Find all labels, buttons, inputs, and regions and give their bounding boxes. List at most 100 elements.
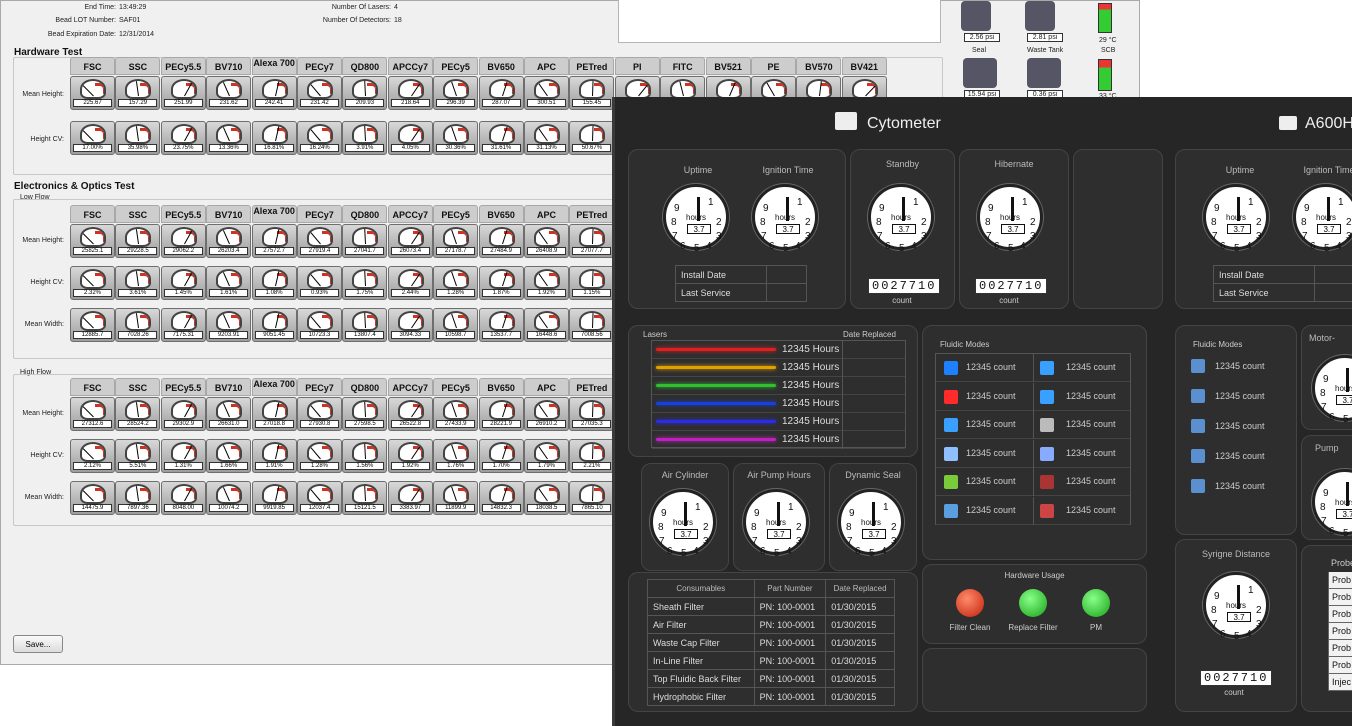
high-mean-height-gauge: 27433.9 xyxy=(433,397,479,431)
probe-row: Prob xyxy=(1328,572,1352,589)
pm-indicator[interactable] xyxy=(1082,589,1110,617)
right-fluidic-row[interactable]: 12345 count xyxy=(1185,473,1287,501)
consumable-cell: In-Line Filter xyxy=(647,651,755,670)
consumable-row[interactable]: Air Filter PN: 100-0001 01/30/2015 xyxy=(647,615,895,634)
gauge-dial-icon xyxy=(443,269,470,289)
eo-low-header-col-1: FSC xyxy=(70,205,115,223)
hw-mean-height-value: 157.29 xyxy=(118,99,158,107)
hw-mean-height-gauge: 287.07 xyxy=(478,76,524,110)
bead-lot-label: Bead LOT Number: xyxy=(55,17,116,24)
consumable-row[interactable]: Waste Cap Filter PN: 100-0001 01/30/2015 xyxy=(647,633,895,652)
low-mean-height-value: 26203.4 xyxy=(209,247,249,255)
mode-count: 12345 count xyxy=(966,447,1016,458)
high-height-cv-gauge: 1.28% xyxy=(297,439,342,473)
save-button[interactable]: Save... xyxy=(13,635,63,653)
hardware-header-col-18: BV421 xyxy=(841,57,887,75)
right-mode-count: 12345 count xyxy=(1215,421,1265,431)
fluidic-mode-row[interactable]: 12345 count 12345 count xyxy=(936,382,1130,411)
fluidic-mode-row[interactable]: 12345 count 12345 count xyxy=(936,354,1130,382)
hw-height-cv-value: 35.98% xyxy=(118,144,158,152)
low-mean-height-value: 29228.5 xyxy=(118,247,158,255)
air-pump-label: Air Pump Hours xyxy=(747,470,811,480)
high-mean-height-value: 28221.9 xyxy=(481,420,521,428)
probe-row: Injec xyxy=(1328,674,1352,691)
fluidic-mode-row[interactable]: 12345 count 12345 count xyxy=(936,496,1130,525)
hw-height-cv-gauge: 31.61% xyxy=(478,121,524,155)
gauge-dial-icon xyxy=(534,484,560,504)
hardware-header-col-7: QD800 xyxy=(342,57,388,75)
syringe-label: Syrigne Distance xyxy=(1201,549,1271,559)
right-fluidic-row[interactable]: 12345 count xyxy=(1185,413,1287,441)
low-height-cv-value: 1.92% xyxy=(527,289,566,297)
laser-list: 12345 Hours 12345 Hours 12345 Hours 12345 H… xyxy=(651,340,906,449)
clock-value: 3.7 xyxy=(767,529,791,539)
syringe-clock: 9 1 8 2 7 3 6 5 4 hours 3.7 xyxy=(1203,572,1269,642)
consumable-row[interactable]: In-Line Filter PN: 100-0001 01/30/2015 xyxy=(647,651,895,670)
gauge-dial-icon xyxy=(216,442,243,462)
laser-hours: 12345 Hours xyxy=(782,398,840,409)
gauge-dial-icon xyxy=(80,311,106,331)
eo-high-header-col-4: BV710 xyxy=(206,378,252,396)
fluidic-mode-row[interactable]: 12345 count 12345 count xyxy=(936,468,1130,496)
gauge-dial-icon xyxy=(216,269,243,289)
hardware-header-col-3: PECy5.5 xyxy=(160,57,206,75)
hw-mean-height-gauge: 251.99 xyxy=(160,76,206,110)
eo-low-header-col-3: PECy5.5 xyxy=(160,205,206,223)
hw-mean-height-gauge: 155.45 xyxy=(569,76,615,110)
right-fluidic-row[interactable]: 12345 count xyxy=(1185,353,1287,381)
psi-1: 2.56 psi xyxy=(964,33,1000,42)
high-mean-width-gauge: 14475.9 xyxy=(70,481,115,515)
hardware-usage-title: Hardware Usage xyxy=(1004,571,1065,580)
pressure-gauge-2 xyxy=(1025,1,1055,31)
probe-row: Probe xyxy=(1331,558,1352,568)
consumable-row[interactable]: Sheath Filter PN: 100-0001 01/30/2015 xyxy=(647,597,895,616)
low-height-cv-gauge: 1.61% xyxy=(206,266,252,300)
low-mean-height-value: 27178.7 xyxy=(436,247,476,255)
consumable-row[interactable]: Top Fluidic Back Filter PN: 100-0001 01/30… xyxy=(647,669,895,688)
cells-icon xyxy=(944,475,958,489)
high-mean-height-gauge: 26631.0 xyxy=(206,397,252,431)
consumable-cell: 01/30/2015 xyxy=(825,633,895,652)
high-mean-height-gauge: 27598.5 xyxy=(342,397,388,431)
gauge-dial-icon xyxy=(443,124,470,144)
consumable-row[interactable]: Hydrophobic Filter PN: 100-0001 01/30/2015 xyxy=(647,687,895,706)
fluidic-modes-title: Fluidic Modes xyxy=(940,340,990,349)
hw-height-cv-value: 17.00% xyxy=(73,144,112,152)
low-height-cv-gauge: 2.44% xyxy=(387,266,433,300)
laser-beam-icon xyxy=(656,420,776,423)
right-mode-count: 12345 count xyxy=(1215,391,1265,401)
clock-value: 3.7 xyxy=(1336,395,1352,405)
hw-mean-height-gauge: 242.41 xyxy=(251,76,297,110)
right-fluidic-row[interactable]: 12345 count xyxy=(1185,443,1287,471)
fluidic-mode-row[interactable]: 12345 count 12345 count xyxy=(936,411,1130,439)
high-height-cv-value: 1.91% xyxy=(254,462,294,470)
gauge-dial-icon xyxy=(534,269,560,289)
filter-clean-indicator[interactable] xyxy=(956,589,984,617)
low-mean-height-value: 27919.4 xyxy=(300,247,339,255)
clock-hours-label: hours xyxy=(775,213,796,222)
probe-row: Prob xyxy=(1328,606,1352,623)
low-mean-width-value: 9203.91 xyxy=(209,331,249,339)
laser-beam-icon xyxy=(656,348,776,351)
gauge-dial-icon xyxy=(397,269,424,289)
gauge-dial-icon xyxy=(352,400,379,420)
clock-value: 3.7 xyxy=(776,224,800,234)
high-mean-height-value: 27433.9 xyxy=(436,420,476,428)
clock-value: 3.7 xyxy=(1317,224,1341,234)
gauge-dial-icon xyxy=(670,79,697,99)
hardware-header-col-9: PECy5 xyxy=(433,57,479,75)
clock-value: 3.7 xyxy=(862,529,886,539)
replace-filter-indicator[interactable] xyxy=(1019,589,1047,617)
gauge-dial-icon xyxy=(488,311,515,331)
last-service-label: Last Service xyxy=(675,283,767,302)
high-mean-width-value: 11899.9 xyxy=(436,504,476,512)
log-box[interactable] xyxy=(618,0,941,43)
high-mean-height-value: 27035.3 xyxy=(572,420,612,428)
high-mean-width-value: 3383.97 xyxy=(390,504,430,512)
gauge-dial-icon xyxy=(397,442,424,462)
high-height-cv-value: 1.66% xyxy=(209,462,249,470)
right-fluidic-row[interactable]: 12345 count xyxy=(1185,383,1287,411)
hw-mean-height-value: 225.67 xyxy=(73,99,112,107)
fluidic-mode-row[interactable]: 12345 count 12345 count xyxy=(936,439,1130,468)
clock-value: 3.7 xyxy=(674,529,698,539)
